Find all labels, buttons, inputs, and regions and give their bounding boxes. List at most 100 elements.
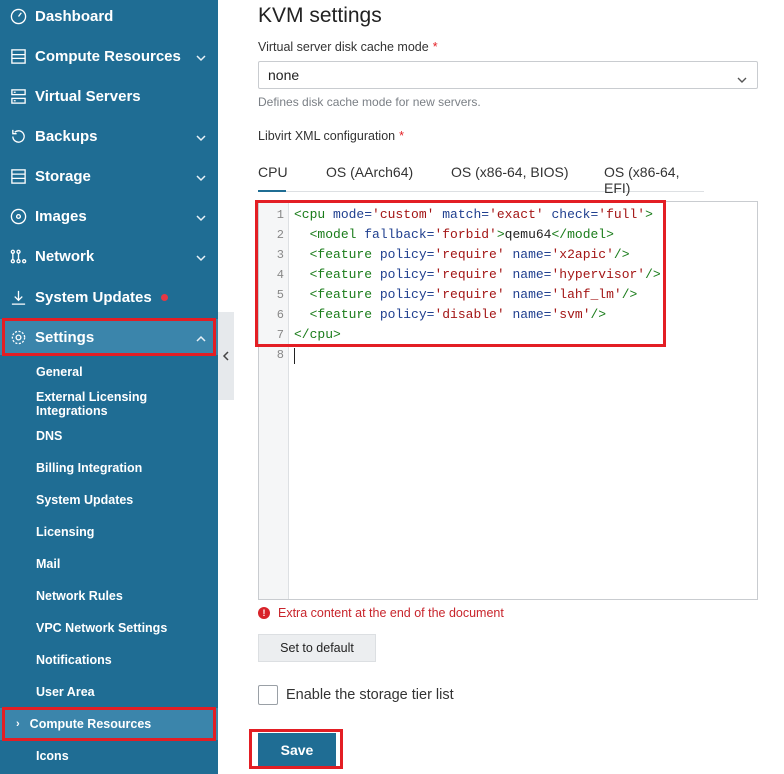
nav-label: Compute Resources [35, 47, 181, 65]
libvirt-label: Libvirt XML configuration * [258, 129, 404, 143]
code-token: <feature [309, 287, 373, 302]
nav-backups[interactable]: Backups [0, 118, 218, 154]
nav-storage[interactable]: Storage [0, 158, 218, 194]
storage-tier-checkbox[interactable] [258, 685, 278, 705]
code-token: <cpu [294, 207, 326, 222]
dashboard-icon [9, 7, 27, 25]
code-token: name= [504, 247, 552, 262]
code-line: <feature policy='disable' name='svm'/> [294, 307, 607, 322]
line-number: 7 [276, 328, 284, 342]
nav-dashboard[interactable]: Dashboard [0, 0, 218, 34]
chevron-right-icon: › [16, 718, 20, 730]
nav-label: Virtual Servers [35, 87, 141, 105]
code-token: 'full' [598, 207, 646, 222]
code-token: 'forbid' [434, 227, 497, 242]
save-button[interactable]: Save [258, 733, 336, 767]
nav-network[interactable]: Network [0, 238, 218, 274]
code-token: /> [590, 307, 607, 322]
nav-system-updates[interactable]: System Updates [0, 279, 218, 315]
submenu-compute-resources[interactable]: › Compute Resources [0, 708, 218, 740]
nav-virtual-servers[interactable]: Virtual Servers [0, 78, 218, 114]
storage-icon [9, 167, 27, 185]
code-token: name= [504, 287, 552, 302]
code-token: policy= [372, 267, 435, 282]
chevron-down-icon [196, 50, 206, 62]
chevron-down-icon [196, 210, 206, 222]
validation-error: ! Extra content at the end of the docume… [258, 606, 504, 620]
select-value: none [268, 67, 300, 83]
submenu-billing-integration[interactable]: Billing Integration [0, 452, 218, 484]
text-cursor [294, 348, 295, 364]
xml-code-editor[interactable]: 1 2 3 4 5 6 7 8 <cpu mode='custom' match… [258, 201, 758, 600]
sidebar: Dashboard Compute Resources Virtual Serv… [0, 0, 218, 774]
disk-cache-select[interactable]: none [258, 61, 758, 89]
code-token: 'custom' [372, 207, 435, 222]
tab-cpu[interactable]: CPU [258, 164, 288, 192]
chevron-down-icon [196, 170, 206, 182]
submenu-network-rules[interactable]: Network Rules [0, 580, 218, 612]
nav-label: Images [35, 207, 87, 225]
code-line: <feature policy='require' name='lahf_lm'… [294, 287, 638, 302]
submenu-system-updates[interactable]: System Updates [0, 484, 218, 516]
network-icon [9, 247, 27, 265]
chevron-down-icon [737, 71, 747, 87]
submenu-general[interactable]: General [0, 356, 218, 388]
page-title: KVM settings [258, 4, 382, 27]
line-number: 4 [276, 268, 284, 282]
chevron-down-icon [196, 130, 206, 142]
disk-cache-label: Virtual server disk cache mode * [258, 40, 438, 54]
submenu-icons[interactable]: Icons [0, 740, 218, 772]
submenu-mail[interactable]: Mail [0, 548, 218, 580]
nav-label: Settings [35, 328, 95, 346]
chevron-up-icon [196, 331, 206, 342]
code-token: 'x2apic' [551, 247, 614, 262]
chevron-left-icon [222, 351, 229, 361]
code-token: policy= [372, 287, 435, 302]
nav-settings[interactable]: Settings [0, 319, 218, 355]
code-token: </model> [551, 227, 614, 242]
code-token: 'exact' [489, 207, 544, 222]
code-token: 'require' [434, 287, 505, 302]
server-icon [9, 47, 27, 65]
code-token: /> [645, 267, 661, 282]
nav-images[interactable]: Images [0, 198, 218, 234]
line-number-gutter: 1 2 3 4 5 6 7 8 [259, 202, 289, 599]
code-token: name= [504, 307, 552, 322]
sidebar-collapse-toggle[interactable] [218, 312, 234, 400]
code-line: <feature policy='require' name='x2apic'/… [294, 247, 630, 262]
error-text: Extra content at the end of the document [278, 606, 504, 620]
label-text: Libvirt XML configuration [258, 129, 396, 143]
submenu-vpc-network-settings[interactable]: VPC Network Settings [0, 612, 218, 644]
tab-os-aarch64[interactable]: OS (AArch64) [326, 164, 413, 192]
code-token: 'require' [434, 247, 505, 262]
code-token: 'lahf_lm' [551, 287, 622, 302]
disk-cache-hint: Defines disk cache mode for new servers. [258, 95, 481, 109]
nav-label: Network [35, 247, 95, 265]
storage-tier-option: Enable the storage tier list [258, 685, 454, 705]
submenu-user-area[interactable]: User Area [0, 676, 218, 708]
code-token: 'hypervisor' [551, 267, 646, 282]
virtual-server-icon [9, 87, 27, 105]
code-token: <model [309, 227, 357, 242]
code-token: name= [504, 267, 552, 282]
submenu-external-licensing[interactable]: External Licensing Integrations [0, 388, 218, 420]
tab-os-x86-bios[interactable]: OS (x86-64, BIOS) [451, 164, 568, 192]
code-token: > [645, 207, 653, 222]
submenu-notifications[interactable]: Notifications [0, 644, 218, 676]
line-number: 3 [276, 248, 284, 262]
nav-label: Dashboard [35, 7, 114, 25]
code-line: <feature policy='require' name='hypervis… [294, 267, 661, 282]
code-token: fallback= [356, 227, 435, 242]
code-line: </cpu> [294, 327, 341, 342]
tab-os-x86-efi[interactable]: OS (x86-64, EFI) [604, 164, 704, 196]
set-to-default-button[interactable]: Set to default [258, 634, 376, 662]
code-token: <feature [309, 247, 373, 262]
nav-compute-resources[interactable]: Compute Resources [0, 38, 218, 74]
nav-label: Storage [35, 167, 91, 185]
submenu-licensing[interactable]: Licensing [0, 516, 218, 548]
code-token: </cpu> [294, 327, 341, 342]
submenu-dns[interactable]: DNS [0, 420, 218, 452]
code-token: qemu64 [504, 227, 552, 242]
notification-dot [160, 293, 168, 301]
code-token: policy= [372, 247, 435, 262]
